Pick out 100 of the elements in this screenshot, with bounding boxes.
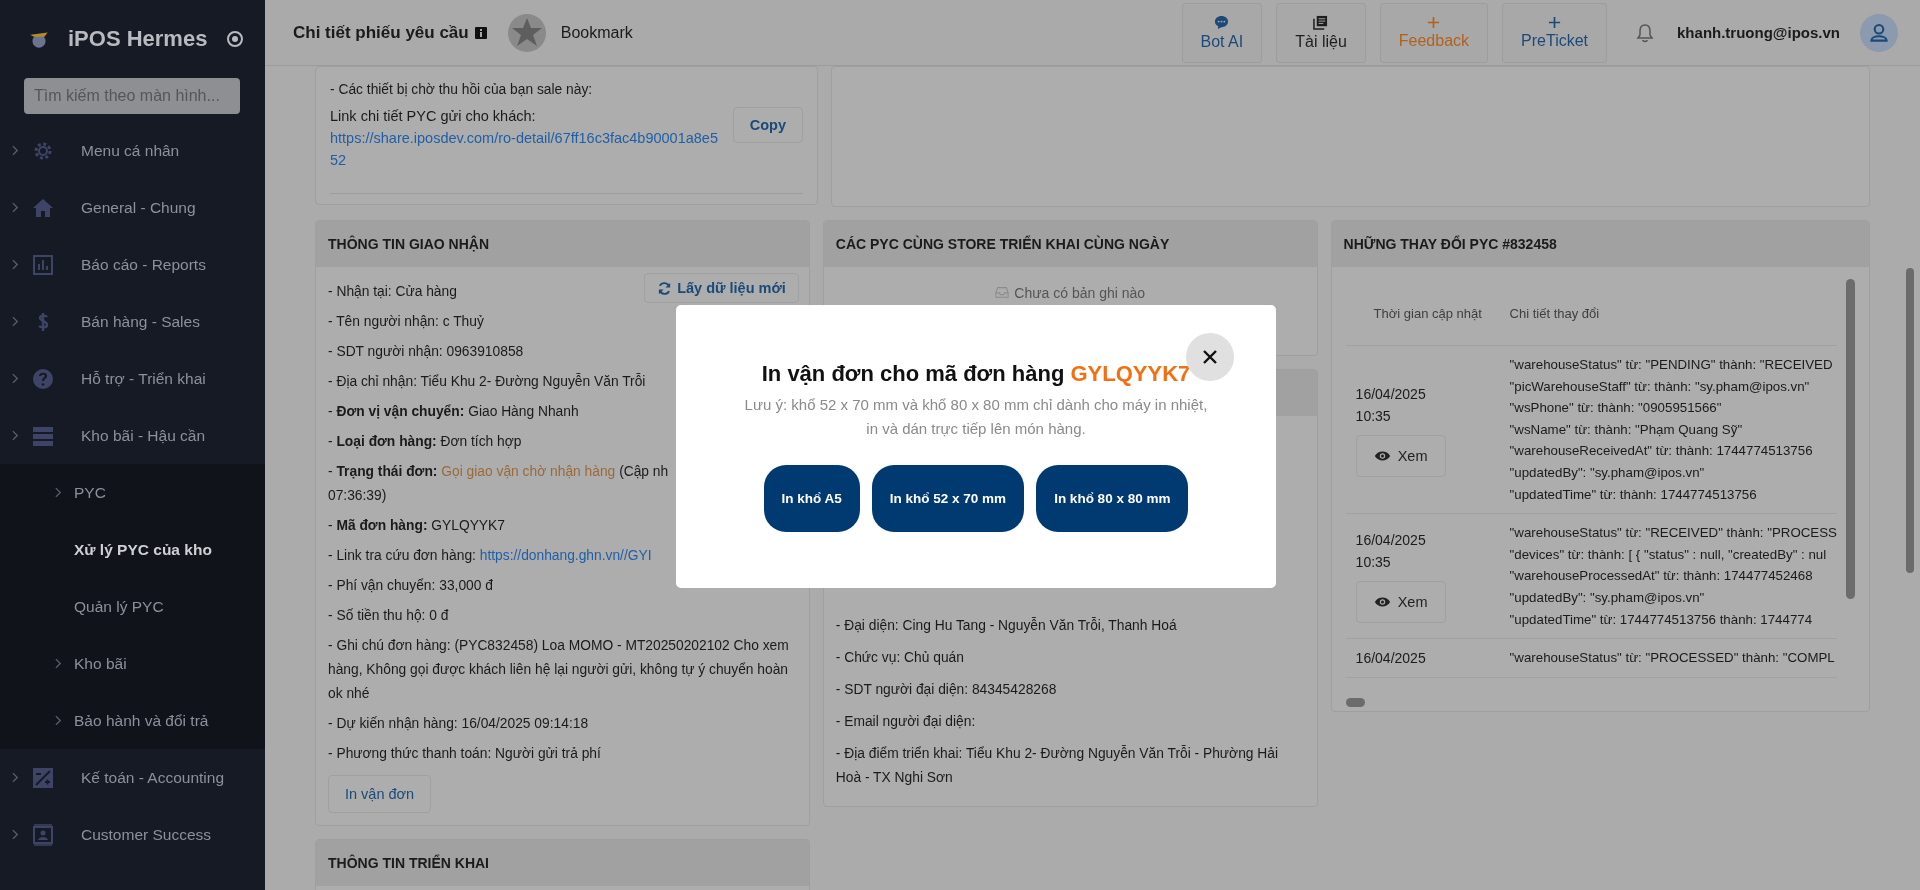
menu-item[interactable]: Bán hàng - Sales	[0, 293, 265, 350]
submenu-item[interactable]: Kho bãi	[0, 635, 265, 692]
info-icon[interactable]	[474, 26, 487, 39]
info-line: Link chi tiết PYC gửi cho khách: https://share.iposdev.com/ro-detail/67ff16c3fac4b90001a8e552	[330, 105, 725, 171]
submenu-item[interactable]: Quản lý PYC	[0, 578, 265, 635]
bell-icon[interactable]	[1635, 22, 1656, 43]
table-cell-text: 10:35	[1355, 553, 1392, 573]
table-cell-text: "wsName" từ: thành: "Phạm Quang Sỹ"	[1509, 420, 1744, 439]
bookmark-label: Bookmark	[560, 23, 633, 42]
eye-icon	[1373, 596, 1391, 609]
table-cell-text: "updatedTime" từ: 1744774513756 thành: 1744774	[1509, 610, 1814, 629]
chevron-right-icon	[12, 145, 19, 156]
avatar-icon[interactable]	[1860, 13, 1898, 52]
info-line: - Tên người nhận: c Thuỷ	[328, 313, 484, 331]
submenu-item[interactable]: PYC	[0, 464, 265, 521]
view-button[interactable]: Xem	[1355, 581, 1446, 624]
table-cell-text: 16/04/2025	[1355, 384, 1427, 404]
chevron-right-icon	[12, 316, 19, 327]
info-line: - Đơn vị vận chuyển: Giao Hàng Nhanh	[328, 403, 579, 421]
link[interactable]: https://share.iposdev.com/ro-detail/67ff16c3fac4b90001a8e552	[330, 127, 725, 171]
chevron-right-icon	[12, 259, 19, 270]
print-size-button[interactable]: In khổ A5	[763, 465, 860, 532]
print-size-button[interactable]: In khổ 80 x 80 mm	[1036, 465, 1189, 532]
info-line: - Link tra cứu đơn hàng: https://donhang.ghn.vn//GYI	[328, 547, 652, 565]
menu-item[interactable]: Kho bãi - Hậu cần	[0, 407, 265, 464]
info-line: - Địa chỉ nhận: Tiểu Khu 2- Đường Nguyễn Văn Trỗi	[328, 372, 646, 391]
info-line: - Phí vận chuyển: 33,000 đ	[328, 577, 493, 595]
card-header: THÔNG TIN GIAO NHẬN	[316, 221, 809, 267]
scrollbar-thumb[interactable]	[1906, 268, 1914, 573]
book-icon	[1313, 14, 1329, 30]
info-line: - SDT người nhận: 0963910858	[328, 343, 524, 361]
page-title: Chi tiết phiếu yêu cầu	[293, 22, 469, 43]
chevron-right-icon	[12, 202, 19, 213]
info-line: - Ghi chú đơn hàng: (PYC832458) Loa MOMO - MT20250202102 Cho xem hàng, Không gọi được khách liên hệ lại người gửi, không tự ý chuyển hoàn ok nhé	[328, 637, 790, 703]
search-field[interactable]: Tìm kiếm theo màn hình...	[24, 78, 240, 114]
toolbar-button[interactable]: PreTicket	[1502, 2, 1608, 63]
info-line: - Dự kiến nhận hàng: 16/04/2025 09:14:18	[328, 715, 589, 733]
info-line: - Email người đại diện:	[835, 713, 976, 731]
table-cell-text: "updatedBy": "sy.pham@ipos.vn"	[1509, 588, 1706, 607]
table-cell-text: "warehouseStatus" từ: "PROCESSED" thành: "COMPL	[1509, 649, 1835, 668]
info-line: - Nhận tại: Cửa hàng	[328, 283, 457, 301]
view-button[interactable]: Xem	[1355, 434, 1446, 477]
table-cell-text: "warehouseProcessedAt" từ: thành: 174477452468	[1509, 567, 1814, 586]
table-cell-text: "warehouseStatus" từ: "RECEIVED" thành: "PROCESS	[1509, 524, 1837, 543]
card-header: CÁC PYC CÙNG STORE TRIỂN KHAI CÙNG NGÀY	[823, 221, 1317, 267]
user-email[interactable]: khanh.truong@ipos.vn	[1677, 24, 1840, 41]
info-line: - Số tiền thu hộ: 0 đ	[328, 607, 449, 625]
scrollbar-thumb[interactable]	[1345, 698, 1365, 707]
dialog-title: In vận đơn cho mã đơn hàng GYLQYYK7	[761, 361, 1191, 387]
table-cell-text: 16/04/2025	[1355, 649, 1427, 669]
info-line: - Địa điểm triển khai: Tiểu Khu 2- Đường Nguyễn Văn Trỗi - Phường Hải Hoà - TX Nghi Sơn	[835, 744, 1280, 787]
submenu-item[interactable]: Xử lý PYC của kho	[0, 521, 265, 578]
table-cell-text: 16/04/2025	[1355, 531, 1427, 551]
id-card-icon	[31, 822, 55, 847]
table-cell-text: "updatedBy": "sy.pham@ipos.vn"	[1509, 463, 1706, 482]
chat-icon	[1214, 14, 1230, 30]
column-header: Thời gian cập nhật	[1372, 305, 1483, 321]
menu-item[interactable]: Customer Success	[0, 806, 265, 863]
refresh-icon	[657, 280, 673, 296]
scrollbar-thumb[interactable]	[1846, 279, 1855, 599]
info-line: - Mã đơn hàng: GYLQYYK7	[328, 517, 505, 535]
table-cell-text: "warehouseStatus" từ: "PENDING" thành: "RECEIVED	[1509, 356, 1833, 374]
link[interactable]: https://donhang.ghn.vn//GYI	[479, 548, 652, 563]
table-cell-text: "wsPhone" từ: thành: "0905951566"	[1509, 399, 1723, 418]
menu-item[interactable]: General - Chung	[0, 179, 265, 236]
refresh-button[interactable]: Lấy dữ liệu mới	[644, 273, 799, 303]
info-line: - Các thiết bị chờ thu hồi của bạn sale này:	[330, 81, 593, 99]
info-line: - Chức vụ: Chủ quán	[835, 649, 964, 667]
info-line: - Trạng thái đơn: Gọi giao vận chờ nhận hàng (Cập nh 07:36:39)	[328, 463, 669, 505]
plus-icon	[1427, 15, 1441, 29]
dialog-note: Lưu ý: khổ 52 x 70 mm và khổ 80 x 80 mm chỉ dành cho máy in nhiệt, in và dán trực tiếp lên món hàng.	[743, 395, 1209, 439]
menu-item[interactable]: Báo cáo - Reports	[0, 236, 265, 293]
table-cell-text: 10:35	[1355, 406, 1392, 426]
print-size-button[interactable]: In khổ 52 x 70 mm	[871, 465, 1025, 532]
chevron-right-icon	[12, 430, 19, 441]
info-line: - Phương thức thanh toán: Người gửi trả phí	[328, 745, 601, 763]
chevron-right-icon	[12, 373, 19, 384]
plus-icon	[1548, 15, 1562, 29]
eye-icon	[1373, 449, 1391, 462]
table-cell-text: "warehouseReceivedAt" từ: thành: 1744774513756	[1509, 442, 1814, 461]
menu-item[interactable]: Menu cá nhân	[0, 122, 265, 179]
menu-item[interactable]: Hỗ trợ - Triển khai	[0, 350, 265, 407]
calculator-icon	[31, 765, 55, 790]
menu-item[interactable]: Kế toán - Accounting	[0, 749, 265, 806]
card-header: THÔNG TIN TRIỂN KHAI	[316, 840, 809, 886]
bar-chart-icon	[31, 252, 55, 277]
close-icon	[1203, 350, 1217, 364]
submenu-item[interactable]: Bảo hành và đổi trả	[0, 692, 265, 749]
chevron-right-icon	[12, 772, 19, 783]
radio-icon[interactable]	[227, 31, 243, 47]
info-line: - SDT người đại diện: 84345428268	[835, 681, 1057, 699]
inbox-icon	[995, 285, 1010, 299]
copy-button[interactable]: Copy	[732, 107, 803, 143]
info-line: - Đại diện: Cing Hu Tang - Nguyễn Văn Trỗi, Thanh Hoá	[835, 616, 1177, 635]
toolbar-button[interactable]: Bot AI	[1181, 2, 1263, 63]
toolbar-button[interactable]: Tài liệu	[1276, 2, 1366, 63]
brand-name: iPOS Hermes	[68, 26, 209, 52]
chevron-right-icon	[12, 829, 19, 840]
print-button[interactable]: In vận đơn	[328, 775, 432, 813]
help-icon	[31, 366, 55, 391]
